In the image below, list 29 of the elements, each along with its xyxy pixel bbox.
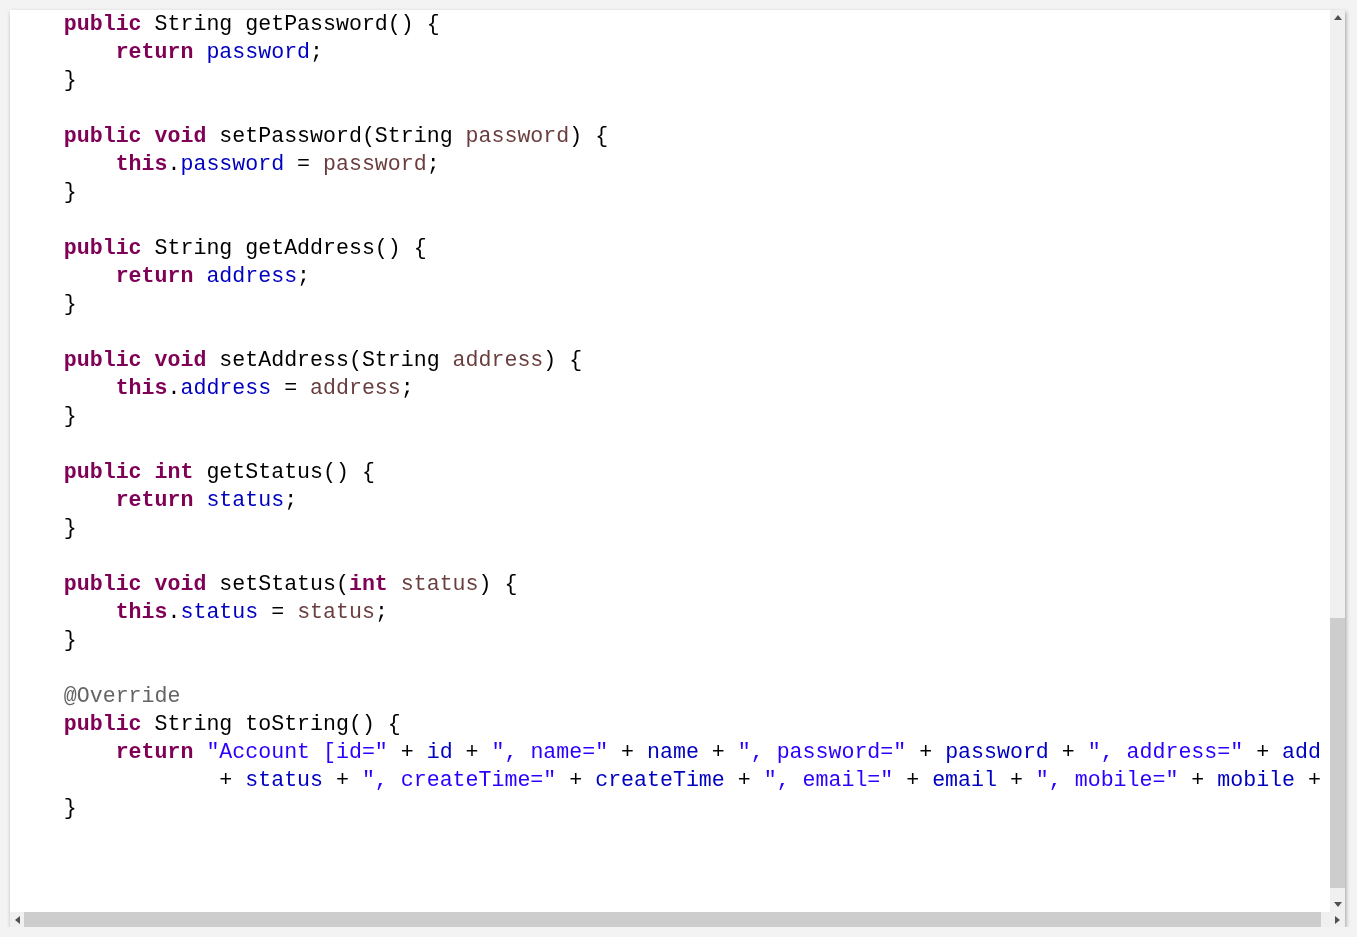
code-line: this.password = password; <box>115 151 440 178</box>
code-line: public void setPassword(String password) { <box>63 123 609 150</box>
scroll-right-icon[interactable] <box>1335 915 1340 924</box>
vertical-scrollbar[interactable] <box>1330 10 1345 912</box>
code-line: } <box>63 67 77 94</box>
code-line: return "Account [id=" + id + ", name=" + name + ", password=" + password + ", address=" + add <box>115 739 1321 766</box>
code-line: } <box>63 627 77 654</box>
code-line: } <box>63 403 77 430</box>
code-line: return address; <box>115 263 311 290</box>
code-line: return status; <box>115 487 298 514</box>
code-line: } <box>63 291 77 318</box>
code-line: public String getAddress() { <box>63 235 427 262</box>
code-line: public String getPassword() { <box>63 11 440 38</box>
code-line: + status + ", createTime=" + createTime + ", email=" + email + ", mobile=" + mobile + <box>219 767 1321 794</box>
scroll-left-icon[interactable] <box>15 915 20 924</box>
code-line: public int getStatus() { <box>63 459 375 486</box>
code-line: this.status = status; <box>115 599 388 626</box>
code-line: } <box>63 179 77 206</box>
scroll-down-icon[interactable] <box>1333 902 1342 907</box>
code-line: } <box>63 795 77 822</box>
scrollbar-thumb[interactable] <box>1330 618 1345 888</box>
code-line: public String toString() { <box>63 711 401 738</box>
code-line: this.address = address; <box>115 375 414 402</box>
code-line: return password; <box>115 39 323 66</box>
scroll-up-icon[interactable] <box>1333 15 1342 20</box>
code-line: @Override <box>63 683 181 710</box>
code-line: } <box>63 515 77 542</box>
code-line: public void setAddress(String address) { <box>63 347 583 374</box>
code-line: public void setStatus(int status) { <box>63 571 518 598</box>
